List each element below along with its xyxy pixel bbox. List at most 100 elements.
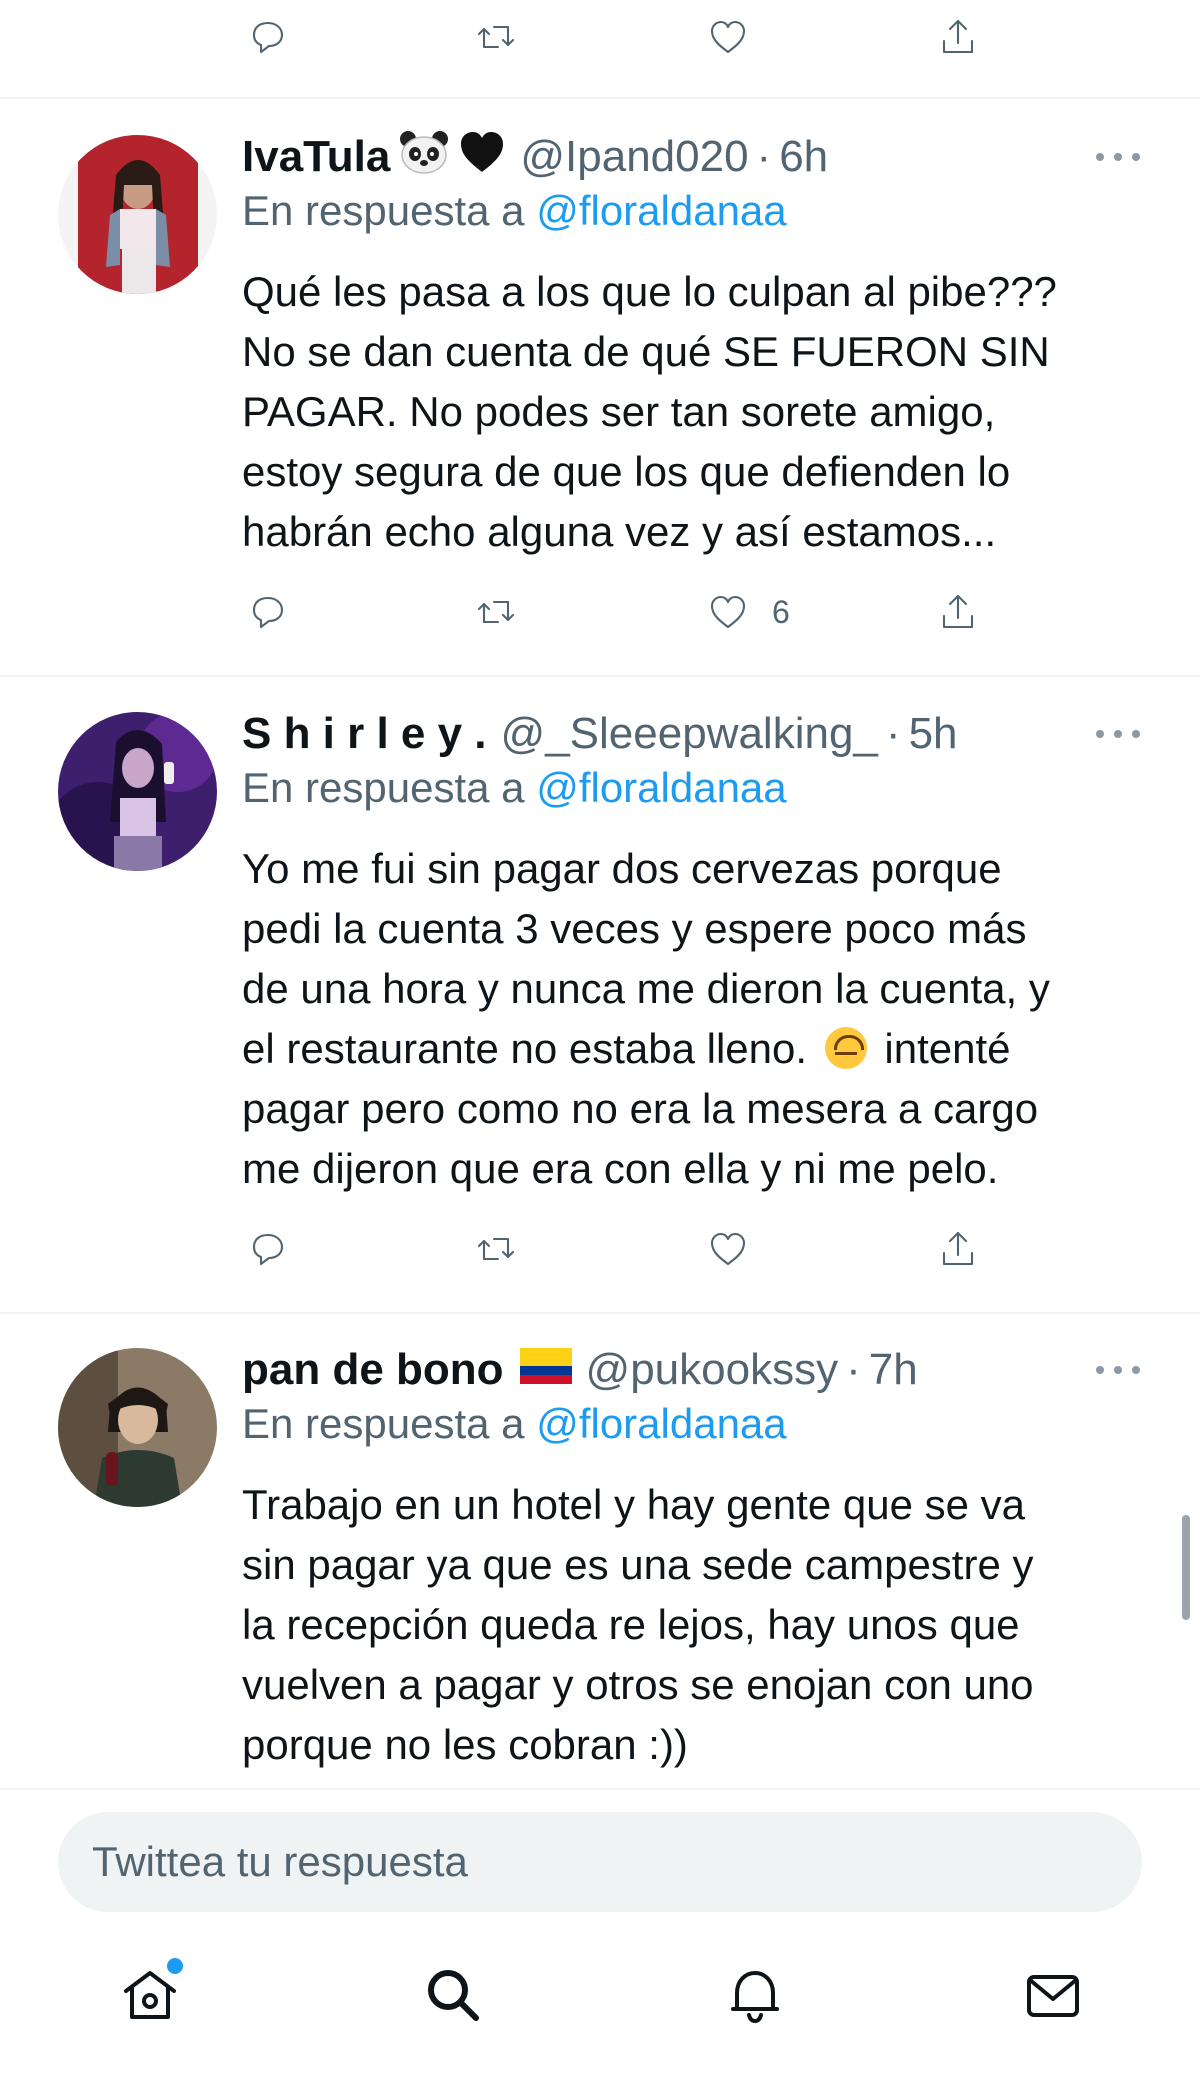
share-icon [942,19,974,54]
nav-search[interactable] [408,1950,498,2040]
mention-link[interactable]: @floraldanaa [536,764,786,811]
divider [0,1312,1200,1314]
handle[interactable]: @_Sleeepwalking_ [501,709,878,759]
tweet-header: S h i r l e y . @_Sleeepwalking_ · 5h [242,702,958,766]
reply-prefix: En respuesta a [242,764,537,811]
reply-prefix: En respuesta a [242,1400,537,1447]
action-bar [0,1214,1200,1284]
more-options-icon[interactable] [1096,1348,1140,1392]
retweet-button[interactable] [474,577,518,647]
share-icon [942,594,974,629]
tweet-text-segment: el restaurante no estaba lleno. [242,1025,808,1072]
like-button[interactable] [706,1214,750,1284]
tweet-text-line: estoy segura de que los que defienden lo [242,448,1011,495]
avatar[interactable] [58,135,217,294]
tweet-text-line: el restaurante no estaba lleno. intenté [242,1019,1142,1079]
tweet-header: pan de bono @pukookssy · 7h [242,1338,918,1402]
separator-dot: · [885,709,901,758]
reply-input-container[interactable] [58,1812,1142,1912]
heart-icon [710,20,746,54]
display-name[interactable]: IvaTula [242,132,390,182]
reply-button[interactable] [246,1214,290,1284]
search-icon [428,1970,479,2021]
share-button[interactable] [936,1214,980,1284]
retweet-icon [477,25,515,49]
retweet-button[interactable] [474,1214,518,1284]
reply-icon [252,1233,284,1266]
like-count: 6 [772,593,790,630]
action-bar [0,2,1200,72]
more-options-icon[interactable] [1096,712,1140,756]
tweet-text-line: PAGAR. No podes ser tan sorete amigo, [242,388,996,435]
action-bar: 6 [0,577,1200,647]
reply-button[interactable] [246,577,290,647]
tweet-text-line: porque no les cobran :)) [242,1721,688,1768]
reply-button[interactable] [246,2,290,72]
heart-icon [710,1232,746,1266]
reply-input[interactable] [92,1838,1142,1886]
notifications-icon [731,1971,779,2023]
flag-colombia-icon [519,1345,572,1395]
tweet-text: Qué les pasa a los que lo culpan al pibe… [242,262,1142,562]
avatar[interactable] [58,1348,217,1507]
tweet-text-line: pedi la cuenta 3 veces y espere poco más [242,905,1027,952]
tweet[interactable]: pan de bono @pukookssy · 7h En respuesta… [0,1338,1200,1788]
share-icon [942,1231,974,1266]
nav-messages[interactable] [1008,1950,1098,2040]
display-name[interactable]: S h i r l e y . [242,709,487,759]
mention-link[interactable]: @floraldanaa [536,187,786,234]
retweet-icon [477,600,515,624]
tweet-text-line: Yo me fui sin pagar dos cervezas porque [242,845,1002,892]
timestamp[interactable]: 6h [779,132,828,182]
display-name[interactable]: pan de bono [242,1345,504,1395]
tweet-text: Yo me fui sin pagar dos cervezas porque … [242,839,1142,1199]
more-options-icon[interactable] [1096,135,1140,179]
bottom-nav [0,1950,1200,2060]
tweet-text-line: sin pagar ya que es una sede campestre y [242,1541,1034,1588]
tweet-text-line: Trabajo en un hotel y hay gente que se v… [242,1481,1025,1528]
divider [0,97,1200,99]
black-heart-emoji-icon [458,130,506,185]
like-button[interactable] [706,2,750,72]
tweet-text-line: me dijeron que era con ella y ni me pelo… [242,1145,999,1192]
tweet[interactable]: S h i r l e y . @_Sleeepwalking_ · 5h En… [0,702,1200,1302]
heart-icon [710,595,746,629]
reply-icon [252,596,284,629]
tweet-text-segment: intenté [884,1025,1011,1072]
avatar-image [58,712,217,871]
tweet-text-line: de una hora y nunca me dieron la cuenta,… [242,965,1050,1012]
new-content-indicator [167,1958,183,1974]
retweet-button[interactable] [474,2,518,72]
tweet-text-line: pagar pero como no era la mesera a cargo [242,1085,1039,1132]
separator-dot: · [846,1345,861,1394]
tweet-text-line: vuelven a pagar y otros se enojan con un… [242,1661,1034,1708]
mention-link[interactable]: @floraldanaa [536,1400,786,1447]
separator-dot: · [756,132,772,181]
avatar-image [58,1348,217,1507]
like-button[interactable]: 6 [706,577,790,647]
retweet-icon [477,1237,515,1261]
handle[interactable]: @Ipand020 [520,132,748,182]
panda-emoji-icon [398,129,450,186]
divider [0,675,1200,677]
tweet-text: Trabajo en un hotel y hay gente que se v… [242,1475,1142,1775]
share-button[interactable] [936,577,980,647]
avatar[interactable] [58,712,217,871]
reply-icon [252,21,284,54]
tweet-text-line: Qué les pasa a los que lo culpan al pibe… [242,268,1057,315]
scrollbar[interactable] [1182,1515,1190,1620]
share-button[interactable] [936,2,980,72]
reply-context: En respuesta a @floraldanaa [242,1400,787,1448]
tweet-text-line: No se dan cuenta de qué SE FUERON SIN [242,328,1050,375]
tweet-header: IvaTula @Ipand020 · 6h [242,125,828,189]
reply-context: En respuesta a @floraldanaa [242,187,787,235]
reply-prefix: En respuesta a [242,187,537,234]
timestamp[interactable]: 5h [909,709,958,759]
nav-notifications[interactable] [710,1950,800,2040]
nav-home[interactable] [105,1950,195,2040]
tweet-text-line: la recepción queda re lejos, hay unos qu… [242,1601,1020,1648]
handle[interactable]: @pukookssy [586,1345,839,1395]
timestamp[interactable]: 7h [869,1345,918,1395]
reply-context: En respuesta a @floraldanaa [242,764,787,812]
tweet[interactable]: IvaTula @Ipand020 · 6h En respuesta a @f… [0,125,1200,665]
